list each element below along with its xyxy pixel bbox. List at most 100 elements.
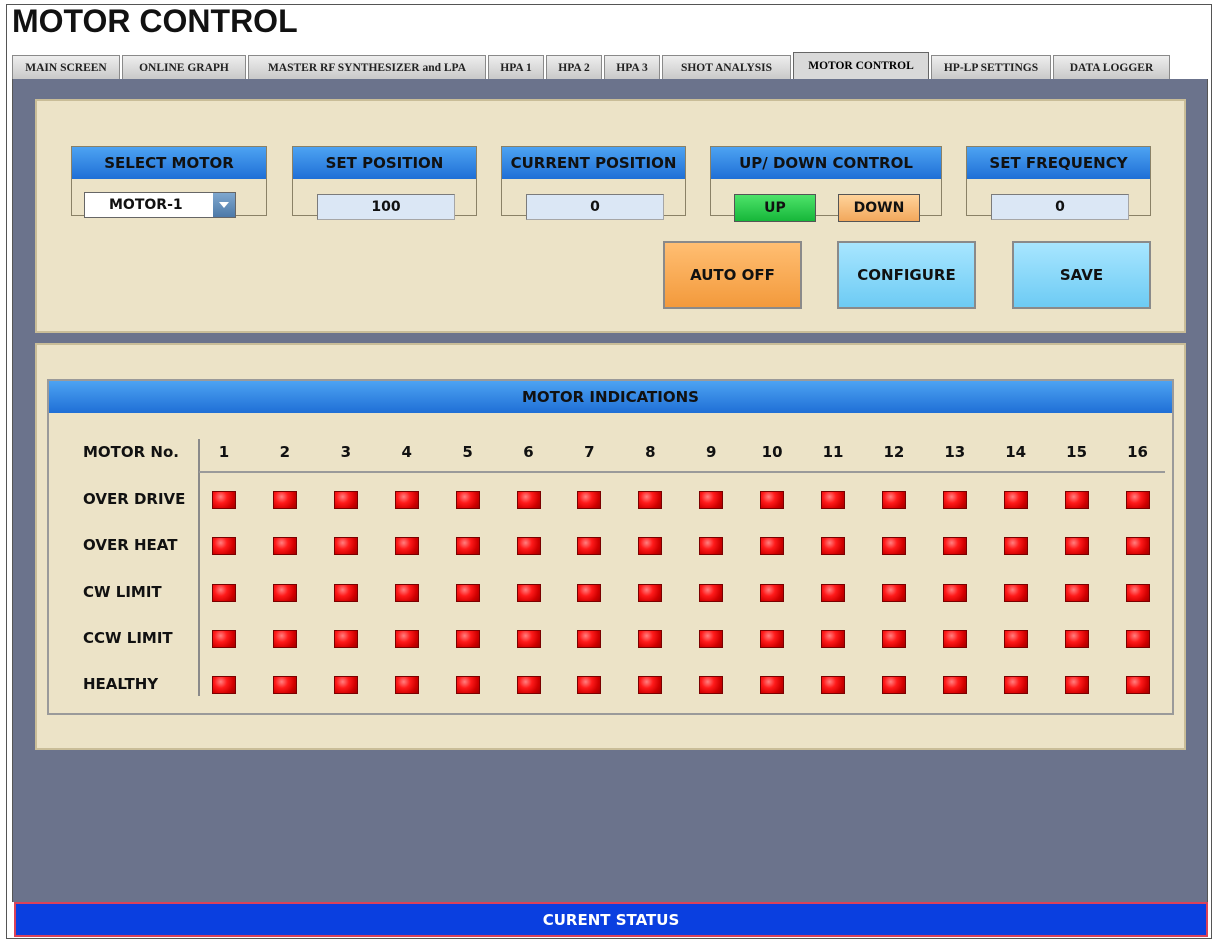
led-indicator bbox=[272, 491, 297, 509]
led-indicator bbox=[760, 630, 785, 648]
led-indicator bbox=[455, 491, 480, 509]
led-indicator bbox=[1003, 630, 1028, 648]
motor-number-16: 16 bbox=[1127, 443, 1148, 461]
led-indicator bbox=[333, 584, 358, 602]
led-indicator bbox=[1125, 537, 1150, 555]
led-indicator bbox=[821, 630, 845, 648]
led-indicator bbox=[942, 584, 967, 602]
row-label-over-heat: OVER HEAT bbox=[83, 536, 178, 554]
led-indicator bbox=[881, 537, 906, 555]
led-indicator bbox=[1125, 491, 1150, 509]
led-indicator bbox=[1064, 537, 1089, 555]
motor-number-13: 13 bbox=[944, 443, 966, 461]
tab-main-screen[interactable]: MAIN SCREEN bbox=[12, 55, 120, 79]
led-indicator bbox=[516, 584, 541, 602]
led-indicator bbox=[821, 676, 845, 694]
led-indicator bbox=[577, 584, 602, 602]
motor-number-7: 7 bbox=[584, 443, 595, 461]
select-motor-group: SELECT MOTOR MOTOR-1 bbox=[71, 146, 267, 218]
led-indicator bbox=[1125, 676, 1150, 694]
motor-indications-box: MOTOR INDICATIONS MOTOR No. 1 2 3 4 5 6 7 8 9 10 1… bbox=[47, 379, 1174, 715]
led-indicator bbox=[516, 537, 541, 555]
led-indicator bbox=[821, 537, 845, 555]
led-indicator bbox=[699, 537, 724, 555]
motor-select-value: MOTOR-1 bbox=[109, 197, 183, 213]
led-indicator bbox=[394, 630, 419, 648]
led-indicator bbox=[1064, 491, 1089, 509]
tab-motor-control[interactable]: MOTOR CONTROL bbox=[793, 52, 929, 79]
tab-master-rf-synthesizer-and-lpa[interactable]: MASTER RF SYNTHESIZER and LPA bbox=[248, 55, 486, 79]
led-indicator bbox=[881, 676, 906, 694]
led-indicator bbox=[699, 491, 724, 509]
tab-hpa-1[interactable]: HPA 1 bbox=[488, 55, 544, 79]
led-indicator bbox=[638, 676, 663, 694]
motor-number-14: 14 bbox=[1005, 443, 1027, 461]
led-indicator bbox=[1064, 676, 1089, 694]
set-position-input[interactable]: 100 bbox=[317, 194, 455, 220]
led-indicator bbox=[577, 491, 602, 509]
led-indicator bbox=[516, 630, 541, 648]
motor-number-4: 4 bbox=[401, 443, 412, 461]
led-indicator bbox=[212, 491, 236, 509]
save-button[interactable]: SAVE bbox=[1012, 241, 1151, 309]
tab-shot-analysis[interactable]: SHOT ANALYSIS bbox=[662, 55, 791, 79]
led-indicator bbox=[1003, 676, 1028, 694]
set-position-group: SET POSITION 100 bbox=[292, 146, 477, 220]
down-button[interactable]: DOWN bbox=[838, 194, 920, 222]
led-indicator bbox=[394, 676, 419, 694]
auto-off-button[interactable]: AUTO OFF bbox=[663, 241, 802, 309]
select-motor-header: SELECT MOTOR bbox=[72, 147, 266, 179]
indications-panel: MOTOR INDICATIONS MOTOR No. 1 2 3 4 5 6 7 8 9 10 1… bbox=[35, 343, 1186, 750]
configure-button[interactable]: CONFIGURE bbox=[837, 241, 976, 309]
led-indicator bbox=[394, 537, 419, 555]
motor-number-1: 1 bbox=[218, 443, 230, 461]
chevron-down-icon[interactable] bbox=[213, 193, 235, 217]
tab-data-logger[interactable]: DATA LOGGER bbox=[1053, 55, 1170, 79]
led-indicator bbox=[821, 584, 845, 602]
row-label-cw-limit: CW LIMIT bbox=[83, 583, 162, 601]
current-position-display: 0 bbox=[526, 194, 664, 220]
current-position-group: CURRENT POSITION 0 bbox=[501, 146, 686, 220]
led-indicator bbox=[881, 584, 906, 602]
set-frequency-header: SET FREQUENCY bbox=[967, 147, 1150, 179]
led-indicator bbox=[638, 584, 663, 602]
motor-number-12: 12 bbox=[883, 443, 905, 461]
led-indicator bbox=[942, 491, 967, 509]
led-indicator bbox=[455, 584, 480, 602]
led-indicator bbox=[516, 676, 541, 694]
motor-number-9: 9 bbox=[705, 443, 717, 461]
up-button[interactable]: UP bbox=[734, 194, 816, 222]
led-indicator bbox=[881, 630, 906, 648]
led-indicator bbox=[394, 584, 419, 602]
led-indicator bbox=[272, 584, 297, 602]
row-label-over-drive: OVER DRIVE bbox=[83, 490, 186, 508]
led-indicator bbox=[333, 630, 358, 648]
led-indicator bbox=[1064, 630, 1089, 648]
led-indicator bbox=[212, 537, 236, 555]
set-frequency-group: SET FREQUENCY 0 bbox=[966, 146, 1151, 220]
led-indicator bbox=[272, 630, 297, 648]
led-indicator bbox=[212, 584, 236, 602]
led-indicator bbox=[760, 537, 785, 555]
tab-hp-lp-settings[interactable]: HP-LP SETTINGS bbox=[931, 55, 1051, 79]
led-indicator bbox=[760, 584, 785, 602]
updown-control-header: UP/ DOWN CONTROL bbox=[711, 147, 941, 179]
tab-hpa-2[interactable]: HPA 2 bbox=[546, 55, 602, 79]
led-indicator bbox=[760, 676, 785, 694]
led-indicator bbox=[455, 537, 480, 555]
motor-number-6: 6 bbox=[523, 443, 534, 461]
tab-bar: MAIN SCREEN ONLINE GRAPH MASTER RF SYNTHES… bbox=[12, 52, 1208, 79]
app-title: MOTOR CONTROL bbox=[12, 3, 298, 39]
tab-online-graph[interactable]: ONLINE GRAPH bbox=[122, 55, 246, 79]
led-indicator bbox=[577, 537, 602, 555]
led-indicator bbox=[699, 630, 724, 648]
row-label-healthy: HEALTHY bbox=[83, 675, 159, 693]
led-indicator bbox=[1064, 584, 1089, 602]
set-position-header: SET POSITION bbox=[293, 147, 476, 179]
row-label-ccw-limit: CCW LIMIT bbox=[83, 629, 173, 647]
led-indicator bbox=[942, 537, 967, 555]
set-frequency-input[interactable]: 0 bbox=[991, 194, 1129, 220]
tab-hpa-3[interactable]: HPA 3 bbox=[604, 55, 660, 79]
motor-select-dropdown[interactable]: MOTOR-1 bbox=[84, 192, 236, 218]
led-indicator bbox=[638, 537, 663, 555]
